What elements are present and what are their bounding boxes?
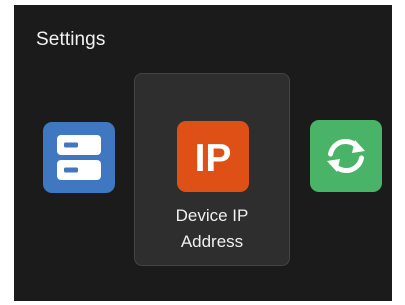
device-ip-label-line1: Device IP xyxy=(175,206,249,225)
device-ip-label-line2: Address xyxy=(180,232,244,251)
device-ip-app-tile[interactable]: IP xyxy=(177,121,249,192)
refresh-app-tile[interactable] xyxy=(310,120,382,192)
page-title: Settings xyxy=(36,29,106,50)
device-ip-selected-card[interactable]: IP Device IP Address xyxy=(134,73,290,266)
server-storage-icon xyxy=(57,135,101,180)
refresh-sync-icon xyxy=(327,139,365,173)
ip-icon-text: IP xyxy=(195,137,232,180)
storage-app-tile[interactable] xyxy=(43,122,115,193)
device-ip-label: Device IP Address xyxy=(135,203,289,255)
settings-screen: Settings IP Device IP Address xyxy=(14,5,392,301)
ip-icon: IP xyxy=(195,137,232,180)
